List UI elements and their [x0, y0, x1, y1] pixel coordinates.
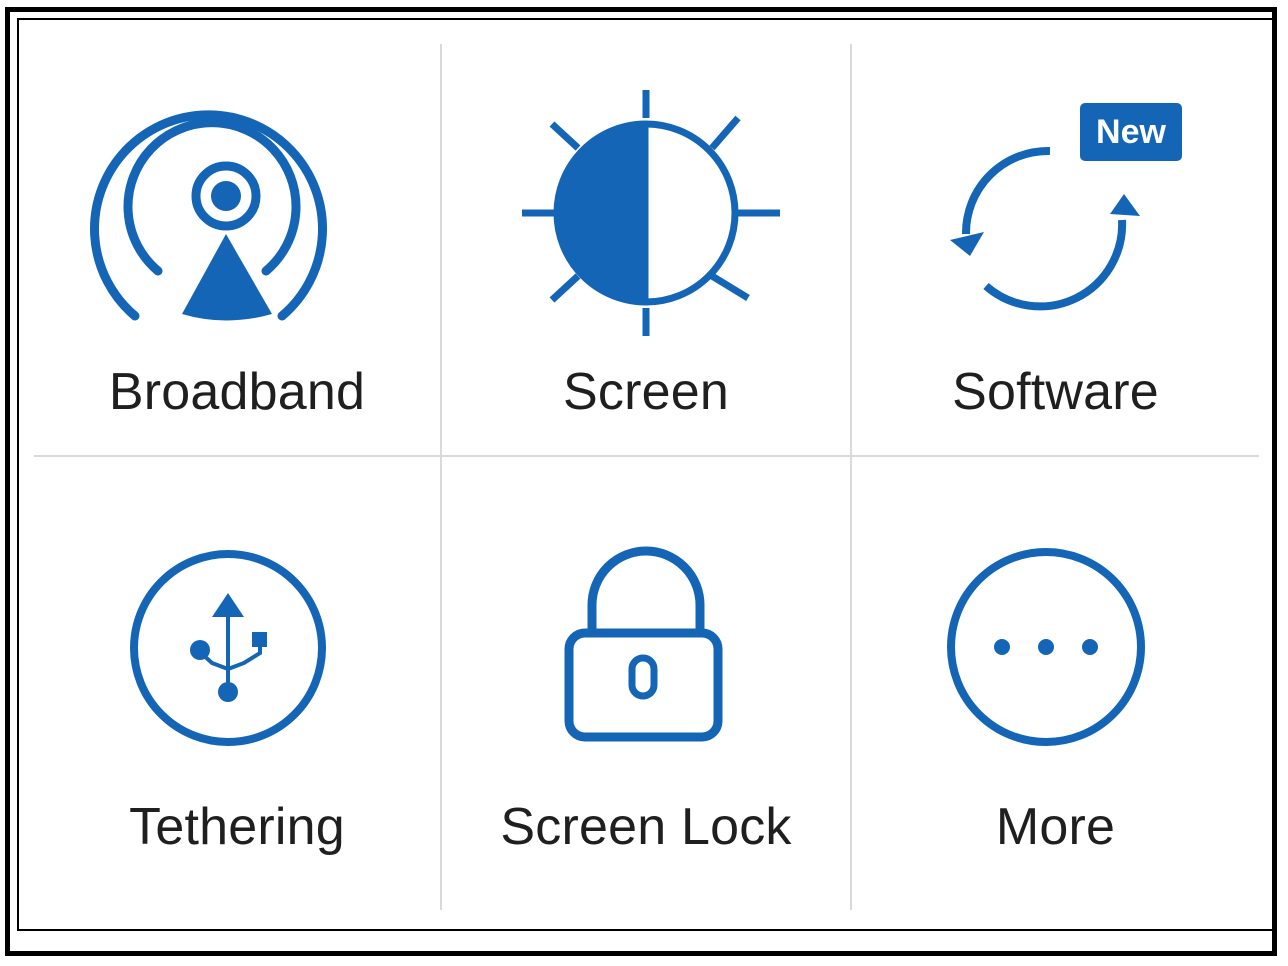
tile-label: Screen [563, 363, 729, 421]
tile-label: More [995, 798, 1116, 856]
tile-screen[interactable]: Screen [442, 44, 850, 455]
new-badge: New [1080, 103, 1182, 161]
tile-screen-lock[interactable]: Screen Lock [442, 457, 850, 910]
tile-software[interactable]: Software [852, 44, 1259, 455]
tile-broadband[interactable]: Broadband [34, 44, 440, 455]
tile-tethering[interactable]: Tethering [34, 457, 440, 910]
tile-more[interactable]: More [852, 457, 1259, 910]
settings-grid: Broadband Screen Software New Tethering … [0, 0, 1288, 966]
tile-label: Software [952, 363, 1159, 421]
tile-label: Tethering [129, 798, 345, 856]
tile-label: Broadband [108, 363, 366, 421]
tile-label: Screen Lock [500, 798, 792, 856]
